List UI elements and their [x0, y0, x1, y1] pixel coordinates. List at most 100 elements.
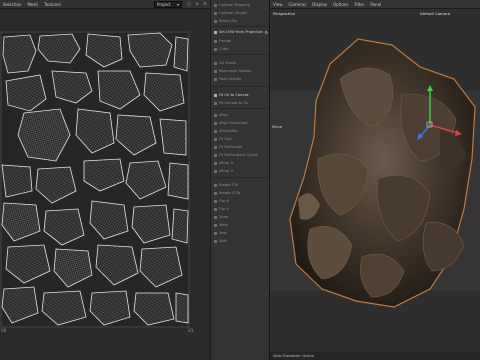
vp-menu-panel[interactable]: Panel	[367, 2, 384, 7]
command-icon	[214, 129, 217, 133]
uv-editor-panel: Selection Mesh Textures Project ▾ ◫ ⊕ ⚙	[0, 0, 210, 360]
cmd-label: Rotate CW	[219, 183, 238, 187]
divider	[211, 108, 270, 109]
cmd-label: Weld	[219, 223, 228, 227]
viewport-side-label: Move	[272, 124, 283, 129]
uv-menu-mesh[interactable]: Mesh	[24, 2, 41, 7]
cmd-set-uvw-from-projection[interactable]: Set UVW from Projection ⚙	[211, 28, 270, 36]
gear-icon[interactable]: ⚙	[264, 30, 268, 35]
cmd-uv-shells[interactable]: UV Shells	[211, 59, 270, 67]
viewport-view-name: Perspective	[273, 11, 295, 16]
chevron-down-icon: ▾	[176, 2, 179, 7]
cmd-straighten[interactable]: Straighten	[211, 127, 270, 135]
command-icon	[214, 77, 217, 81]
cmd-sew[interactable]: Sew	[211, 229, 270, 237]
divider	[211, 177, 270, 178]
uv-canvas[interactable]	[0, 31, 190, 328]
cmd-fit-rect-guide[interactable]: Fit Rectangular Guide	[211, 151, 270, 159]
cmd-mirror-u[interactable]: Mirror U	[211, 159, 270, 167]
cmd-label: Snap	[219, 215, 229, 219]
viewport-panel: View Cameras Display Options Filter Pane…	[269, 0, 480, 360]
cmd-label: Optimal (Angle)	[219, 11, 248, 15]
command-icon	[214, 231, 217, 235]
cmd-cubic[interactable]: Cubic	[211, 45, 270, 53]
command-icon	[214, 61, 217, 65]
cmd-label: Rearrange Islands	[219, 69, 252, 73]
cmd-weld[interactable]: Weld	[211, 221, 270, 229]
status-text: View Transform: Scene	[273, 354, 314, 358]
cmd-relax-uvs[interactable]: Relax UVs	[211, 17, 270, 25]
cmd-label: Sew	[219, 231, 227, 235]
cmd-optimal-mapping[interactable]: Optimal Mapping	[211, 1, 270, 9]
zoom-icon[interactable]: ⊕	[194, 1, 200, 7]
cmd-label: Flip H	[219, 199, 230, 203]
uv-commands-panel: Optimal Mapping Optimal (Angle) Relax UV…	[210, 0, 270, 360]
cmd-label: Fit Size	[219, 137, 232, 141]
app-window: Selection Mesh Textures Project ▾ ◫ ⊕ ⚙	[0, 0, 480, 360]
cmd-fit-uv-to-canvas[interactable]: Fit UV to Canvas	[211, 91, 270, 99]
vp-menu-filter[interactable]: Filter	[351, 2, 367, 7]
projection-select-value: Project	[157, 2, 171, 7]
viewport-status-bar: View Transform: Scene	[270, 352, 480, 360]
cmd-label: Rotate CCW	[219, 191, 241, 195]
command-icon	[214, 11, 217, 15]
cmd-rearrange-islands[interactable]: Rearrange Islands	[211, 67, 270, 75]
cmd-label: Straighten	[219, 129, 238, 133]
cmd-label: Frontal	[219, 39, 232, 43]
command-icon	[214, 145, 217, 149]
command-icon	[214, 121, 217, 125]
cmd-label: Pack Islands	[219, 77, 241, 81]
divider	[211, 26, 270, 27]
cmd-label: Optimal Mapping	[219, 3, 250, 7]
command-icon	[214, 215, 217, 219]
cmd-flip-h[interactable]: Flip H	[211, 197, 270, 205]
cmd-rotate-cw[interactable]: Rotate CW	[211, 181, 270, 189]
cmd-label: Align	[219, 113, 229, 117]
viewport-camera-name[interactable]: Default Camera	[420, 11, 450, 16]
command-icon	[214, 199, 217, 203]
settings-icon[interactable]: ⚙	[202, 1, 208, 7]
vp-menu-display[interactable]: Display	[309, 2, 330, 7]
cmd-pack-islands[interactable]: Pack Islands	[211, 75, 270, 83]
uv-menu-selection[interactable]: Selection	[0, 2, 24, 7]
cmd-split[interactable]: Split	[211, 237, 270, 245]
uv-menu-textures[interactable]: Textures	[41, 2, 64, 7]
viewport-menu-bar: View Cameras Display Options Filter Pane…	[270, 0, 480, 9]
cmd-flip-v[interactable]: Flip V	[211, 205, 270, 213]
cmd-label: Fit Rectangular Guide	[219, 153, 258, 157]
cmd-mirror-v[interactable]: Mirror V	[211, 167, 270, 175]
command-icon	[214, 30, 217, 34]
command-icon	[214, 39, 217, 43]
cmd-rotate-ccw[interactable]: Rotate CCW	[211, 189, 270, 197]
vp-menu-view[interactable]: View	[270, 2, 286, 7]
cmd-label: Set UVW from Projection	[219, 30, 264, 34]
cmd-fit-size[interactable]: Fit Size	[211, 135, 270, 143]
command-icon	[214, 191, 217, 195]
cmd-label: Split	[219, 239, 227, 243]
command-icon	[214, 93, 217, 97]
command-icon	[214, 153, 217, 157]
cmd-align-horizontal[interactable]: Align Horizontal	[211, 119, 270, 127]
command-icon	[214, 137, 217, 141]
command-icon	[214, 113, 217, 117]
command-icon	[214, 69, 217, 73]
cmd-snap[interactable]: Snap	[211, 213, 270, 221]
command-icon	[214, 47, 217, 51]
vp-menu-options[interactable]: Options	[330, 2, 351, 7]
cmd-label: Relax UVs	[219, 19, 237, 23]
cmd-label: Mirror V	[219, 169, 234, 173]
cmd-optimal-angle[interactable]: Optimal (Angle)	[211, 9, 270, 17]
snap-icon[interactable]: ◫	[186, 1, 192, 7]
projection-select[interactable]: Project ▾	[154, 1, 182, 8]
viewport-scene[interactable]	[270, 9, 480, 354]
cmd-fit-canvas-to-uv[interactable]: Fit Canvas to UV	[211, 99, 270, 107]
cmd-label: Flip V	[219, 207, 229, 211]
command-icon	[214, 239, 217, 243]
command-icon	[214, 3, 217, 7]
cmd-align[interactable]: Align	[211, 111, 270, 119]
cmd-label: Fit Canvas to UV	[219, 101, 249, 105]
cmd-fit-rectangle[interactable]: Fit Rectangle	[211, 143, 270, 151]
command-icon	[214, 207, 217, 211]
vp-menu-cameras[interactable]: Cameras	[286, 2, 310, 7]
cmd-frontal[interactable]: Frontal	[211, 37, 270, 45]
